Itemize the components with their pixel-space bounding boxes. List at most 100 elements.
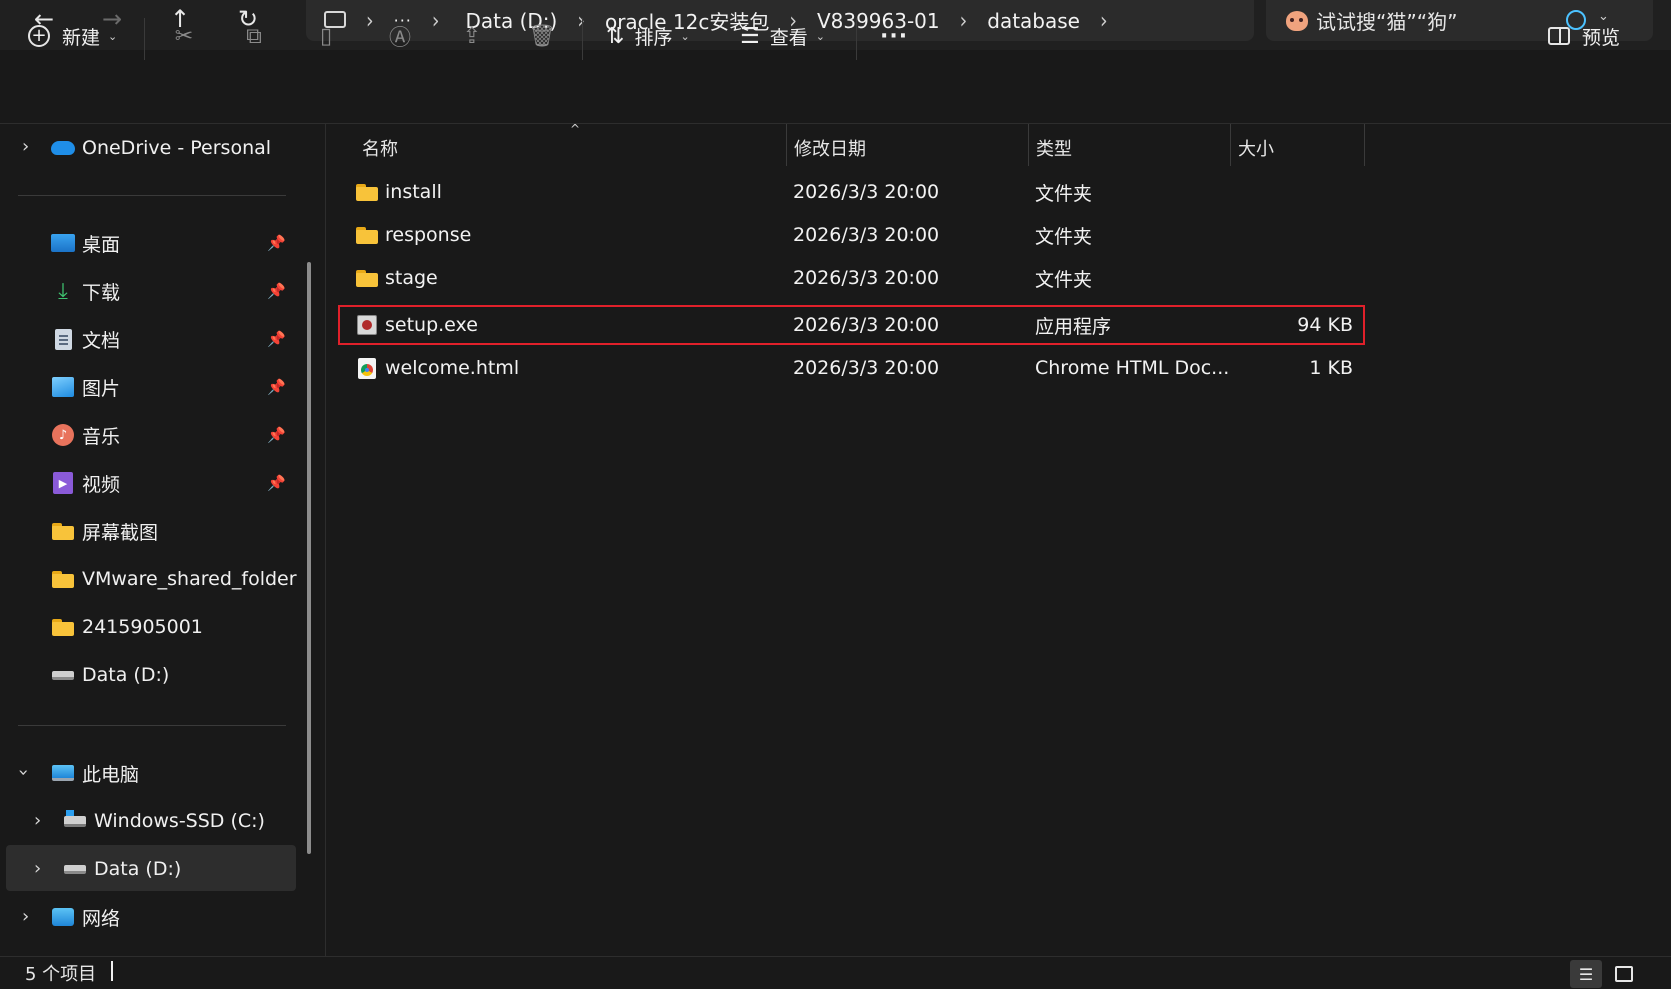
nav-data-d-quick[interactable]: Data (D:)	[50, 653, 350, 697]
column-divider[interactable]	[1364, 124, 1365, 166]
pin-icon[interactable]: 📌	[267, 330, 286, 348]
file-row-install[interactable]: install 2026/3/3 20:00 文件夹	[345, 172, 1365, 212]
share-button[interactable]: ⇪	[458, 18, 486, 54]
pin-icon[interactable]: 📌	[267, 474, 286, 492]
document-icon	[50, 328, 76, 350]
chevron-right-icon[interactable]: ›	[34, 810, 41, 831]
nav-folder-2415905001[interactable]: 2415905001	[50, 605, 350, 649]
nav-music[interactable]: ♪ 音乐 📌	[50, 413, 296, 457]
nav-drive-d[interactable]: Data (D:)	[62, 847, 362, 891]
scissors-icon: ✂	[174, 23, 194, 49]
column-header-size[interactable]: 大小	[1238, 128, 1358, 168]
folder-icon	[355, 181, 379, 203]
sort-button[interactable]: ⇅ 排序 ⌄	[606, 18, 690, 54]
column-divider[interactable]	[1028, 124, 1029, 166]
file-size	[1225, 172, 1353, 212]
nav-screenshots[interactable]: 屏幕截图	[50, 509, 350, 553]
pin-icon[interactable]: 📌	[267, 234, 286, 252]
new-button[interactable]: + 新建 ⌄	[28, 18, 117, 54]
file-date: 2026/3/3 20:00	[793, 357, 940, 379]
chevron-right-icon[interactable]: ›	[22, 136, 29, 157]
pin-icon[interactable]: 📌	[267, 426, 286, 444]
rename-button[interactable]: Ⓐ	[386, 18, 414, 54]
file-row-welcome-html[interactable]: welcome.html 2026/3/3 20:00 Chrome HTML …	[345, 348, 1365, 388]
view-button[interactable]: ☰ 查看 ⌄	[740, 18, 825, 54]
nav-label: OneDrive - Personal	[82, 137, 272, 159]
nav-label: 2415905001	[82, 616, 203, 638]
column-header-name[interactable]: 名称	[362, 128, 782, 168]
nav-scrollbar[interactable]	[307, 262, 311, 854]
file-name: stage	[385, 267, 438, 289]
file-name: response	[385, 224, 472, 246]
nav-videos[interactable]: ▶ 视频 📌	[50, 461, 296, 505]
plus-circle-icon: +	[28, 25, 50, 47]
picture-icon	[50, 376, 76, 398]
nav-downloads[interactable]: ⤓ 下载 📌	[50, 269, 296, 313]
nav-label: VMware_shared_folder	[82, 568, 297, 590]
nav-label: 此电脑	[82, 763, 140, 786]
pin-icon[interactable]: 📌	[267, 282, 286, 300]
pin-icon[interactable]: 📌	[267, 378, 286, 396]
chevron-right-icon[interactable]: ›	[34, 858, 41, 879]
tiles-view-icon	[1615, 966, 1633, 982]
details-view-button[interactable]: ☰	[1570, 960, 1602, 988]
breadcrumb-separator: ›	[1099, 7, 1108, 34]
column-divider[interactable]	[786, 124, 787, 166]
nav-label: 视频	[82, 473, 121, 496]
nav-label: 屏幕截图	[82, 521, 159, 544]
preview-pane-button[interactable]: 预览	[1548, 18, 1620, 54]
folder-icon	[50, 568, 76, 590]
nav-documents[interactable]: 文档 📌	[50, 317, 296, 361]
divider	[18, 195, 286, 196]
sort-icon: ⇅	[606, 23, 625, 49]
clipboard-icon: ▯	[319, 23, 333, 49]
status-bar	[0, 956, 1671, 989]
column-header-type[interactable]: 类型	[1036, 128, 1226, 168]
breadcrumb-item[interactable]: database	[987, 9, 1080, 33]
copy-button[interactable]: ⧉	[240, 18, 268, 54]
file-size: 1 KB	[1309, 357, 1353, 379]
delete-button[interactable]: 🗑	[528, 18, 556, 54]
chevron-right-icon[interactable]: ›	[22, 906, 29, 927]
network-icon	[50, 906, 76, 928]
copy-icon: ⧉	[246, 23, 262, 49]
nav-drive-c[interactable]: Windows-SSD (C:)	[62, 799, 362, 843]
preview-pane-icon	[1548, 27, 1570, 45]
column-label: 修改日期	[794, 139, 866, 160]
nav-desktop[interactable]: 桌面 📌	[50, 221, 296, 265]
column-label: 类型	[1036, 139, 1072, 160]
cloud-icon	[50, 137, 76, 159]
nav-label: 文档	[82, 329, 121, 352]
nav-label: Data (D:)	[94, 858, 182, 880]
tiles-view-button[interactable]	[1608, 960, 1640, 988]
cut-button[interactable]: ✂	[170, 18, 198, 54]
chevron-down-icon: ⌄	[815, 29, 825, 43]
nav-onedrive[interactable]: OneDrive - Personal	[50, 126, 350, 170]
breadcrumb-separator: ›	[959, 7, 968, 34]
nav-this-pc[interactable]: 此电脑	[50, 751, 350, 795]
chrome-html-icon	[355, 357, 379, 379]
new-label: 新建	[62, 26, 101, 49]
column-header-date[interactable]: 修改日期	[794, 128, 1024, 168]
computer-icon	[50, 762, 76, 784]
file-row-stage[interactable]: stage 2026/3/3 20:00 文件夹	[345, 258, 1365, 298]
item-count: 5 个项目	[25, 964, 97, 985]
command-bar	[0, 50, 1671, 124]
column-divider[interactable]	[1230, 124, 1231, 166]
breadcrumb-item[interactable]: V839963-01	[817, 9, 940, 33]
details-view-icon: ☰	[1578, 964, 1594, 984]
nav-pictures[interactable]: 图片 📌	[50, 365, 296, 409]
file-size	[1225, 258, 1353, 298]
paste-button[interactable]: ▯	[312, 18, 340, 54]
divider	[856, 18, 857, 60]
nav-network[interactable]: 网络	[50, 895, 350, 939]
nav-label: 网络	[82, 907, 121, 930]
folder-icon	[355, 267, 379, 289]
divider	[18, 725, 286, 726]
video-icon: ▶	[50, 472, 76, 494]
nav-vmware-shared-folder[interactable]: VMware_shared_folder	[50, 557, 350, 601]
nav-label: 桌面	[82, 233, 121, 256]
file-row-response[interactable]: response 2026/3/3 20:00 文件夹	[345, 215, 1365, 255]
chevron-down-icon[interactable]: ›	[13, 769, 34, 776]
more-options-button[interactable]: ···	[880, 18, 908, 54]
